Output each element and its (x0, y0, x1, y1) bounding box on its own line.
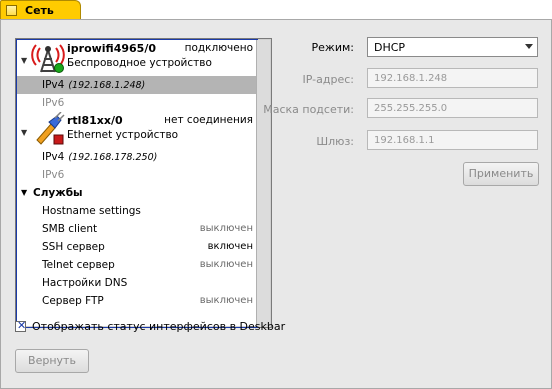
status-dot-icon (53, 134, 64, 145)
interface-status: нет соединения (164, 114, 253, 126)
service-label: Сервер FTP (42, 295, 104, 307)
interface-name: iprowifi4965/0 (67, 42, 156, 55)
collapse-icon[interactable]: ▼ (21, 188, 27, 197)
collapse-icon[interactable]: ▼ (21, 56, 27, 65)
ethernet-plug-icon (36, 112, 65, 145)
mode-value: DHCP (374, 41, 406, 54)
interface-status: подключено (184, 42, 253, 54)
service-item[interactable]: Сервер FTP выключен (17, 292, 257, 310)
tab-network[interactable]: Сеть (0, 0, 81, 19)
interface-type: Ethernet устройство (67, 129, 179, 141)
ipv4-address: (192.168.1.248) (68, 80, 146, 91)
services-title: Службы (33, 187, 83, 199)
subnet-mask-label: Маска подсети: (263, 103, 354, 116)
ipv4-label: IPv4 (42, 151, 65, 163)
service-status: выключен (199, 295, 253, 306)
service-status: включен (207, 241, 253, 252)
service-item[interactable]: Telnet сервер выключен (17, 256, 257, 274)
service-item[interactable]: Настройки DNS (17, 274, 257, 292)
collapse-icon[interactable]: ▼ (21, 128, 27, 137)
service-label: Telnet сервер (42, 259, 115, 271)
subnet-mask-field[interactable]: 255.255.255.0 (367, 98, 538, 118)
mode-label: Режим: (311, 41, 354, 54)
gateway-label: Шлюз: (316, 135, 354, 148)
deskbar-status-checkbox[interactable]: ✕ (15, 319, 27, 332)
service-item[interactable]: Hostname settings (17, 202, 257, 220)
interface-name: rtl81xx/0 (67, 114, 123, 127)
interface-ipv4-item[interactable]: IPv4 (192.168.1.248) (17, 76, 257, 94)
service-status: выключен (199, 223, 253, 234)
apply-button[interactable]: Применить (463, 162, 539, 186)
interface-ipv6-item[interactable]: IPv6 (17, 94, 257, 112)
deskbar-status-label: Отображать статус интерфейсов в Deskbar (32, 320, 286, 333)
tab-bar: Сеть (0, 0, 552, 19)
revert-button[interactable]: Вернуть (15, 349, 89, 373)
ipv4-address: (192.168.178.250) (68, 152, 158, 163)
interface-list[interactable]: ▼ iprowifi4965/0 подключено Беспроводное… (15, 38, 272, 328)
ipv6-label: IPv6 (42, 97, 65, 109)
interface-ipv6-item[interactable]: IPv6 (17, 166, 257, 184)
chevron-down-icon (525, 44, 533, 49)
tab-title: Сеть (25, 4, 54, 17)
interface-type: Беспроводное устройство (67, 57, 212, 69)
checkmark-icon: ✕ (17, 319, 27, 332)
ipv6-label: IPv6 (42, 169, 65, 181)
gateway-field[interactable]: 192.168.1.1 (367, 130, 538, 150)
ipv4-label: IPv4 (42, 79, 65, 91)
close-icon[interactable] (6, 5, 17, 16)
interface-row[interactable]: ▼ iprowifi4965/0 подключено Беспроводное… (17, 40, 257, 76)
status-dot-icon (54, 63, 64, 73)
service-label: Hostname settings (42, 205, 141, 217)
services-header[interactable]: ▼ Службы (17, 184, 257, 202)
interface-ipv4-item[interactable]: IPv4 (192.168.178.250) (17, 148, 257, 166)
network-window: ▼ iprowifi4965/0 подключено Беспроводное… (0, 19, 552, 389)
wifi-tower-icon (31, 44, 65, 73)
ip-label: IP-адрес: (302, 73, 354, 86)
mode-dropdown[interactable]: DHCP (367, 37, 538, 57)
service-label: SSH сервер (42, 241, 105, 253)
service-item[interactable]: SMB client выключен (17, 220, 257, 238)
interface-row[interactable]: ▼ rtl81xx/0 нет соединения Ethernet устр… (17, 112, 257, 148)
service-label: Настройки DNS (42, 277, 128, 289)
interface-list-content: ▼ iprowifi4965/0 подключено Беспроводное… (16, 39, 258, 328)
ip-address-field[interactable]: 192.168.1.248 (367, 68, 538, 88)
service-label: SMB client (42, 223, 98, 235)
service-item[interactable]: SSH сервер включен (17, 238, 257, 256)
service-status: выключен (199, 259, 253, 270)
